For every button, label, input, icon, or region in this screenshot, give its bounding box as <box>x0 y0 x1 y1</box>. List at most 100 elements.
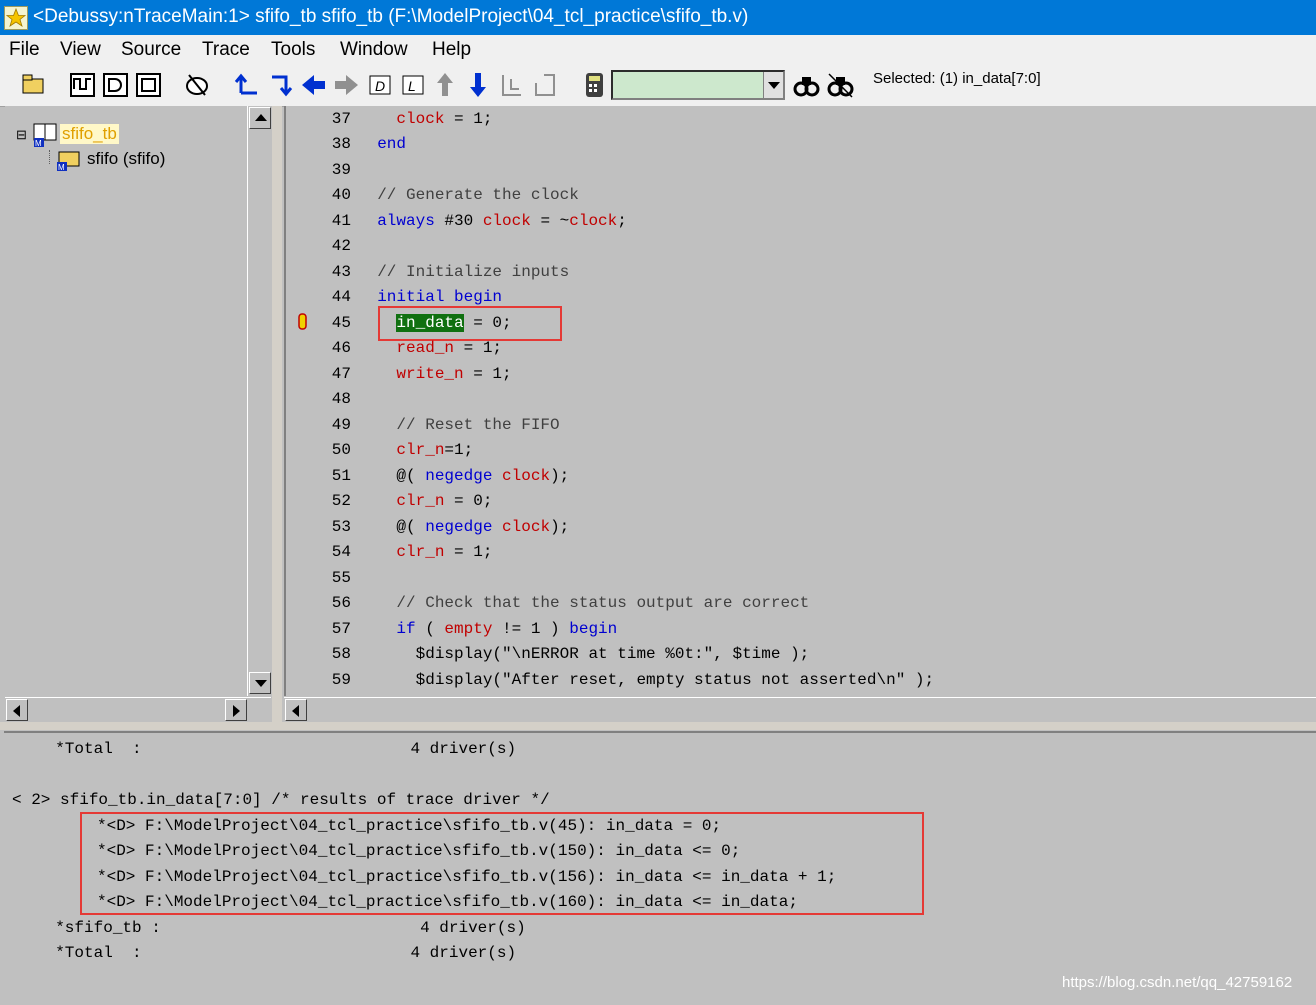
scroll-left-button[interactable] <box>6 699 28 721</box>
line-number: 58 <box>331 645 351 663</box>
line-number: 56 <box>331 594 351 612</box>
breakpoint-marker-icon[interactable] <box>298 313 308 331</box>
code-line: $display("\nERROR at time %0t:", $time )… <box>358 645 810 663</box>
waveform-icon[interactable] <box>68 69 97 100</box>
vertical-splitter[interactable] <box>272 106 282 722</box>
code-line: @( negedge clock); <box>358 518 570 536</box>
line-number: 59 <box>331 671 351 689</box>
expand-icon[interactable] <box>497 69 526 100</box>
line-number: 41 <box>331 212 351 230</box>
chevron-down-icon <box>768 82 780 89</box>
menu-view[interactable]: View <box>60 39 101 61</box>
scroll-down-button[interactable] <box>249 672 271 694</box>
down-arrow-icon[interactable] <box>464 69 493 100</box>
svg-text:M: M <box>58 163 65 172</box>
scroll-left-button[interactable] <box>285 699 307 721</box>
collapse-icon[interactable] <box>530 69 559 100</box>
menu-bar: File View Source Trace Tools Window Help <box>0 35 1316 64</box>
line-number: 47 <box>331 365 351 383</box>
trace-down-icon[interactable] <box>266 69 295 100</box>
find-icon[interactable] <box>792 69 821 100</box>
code-line: $display("After reset, empty status not … <box>358 671 935 689</box>
svg-text:L: L <box>408 78 416 94</box>
line-number: 37 <box>331 110 351 128</box>
hierarchy-vertical-scrollbar[interactable] <box>247 106 272 696</box>
code-line: clock = 1; <box>396 110 493 128</box>
line-number: 46 <box>331 339 351 357</box>
code-comment: // Initialize inputs <box>358 263 570 281</box>
module-folder-icon: M <box>57 151 80 172</box>
trace-icon[interactable] <box>183 69 212 100</box>
menu-file[interactable]: File <box>9 39 40 61</box>
trace-up-icon[interactable] <box>233 69 262 100</box>
line-number: 55 <box>331 569 351 587</box>
code-comment: // Check that the status output are corr… <box>358 594 810 612</box>
schematic-icon[interactable] <box>101 69 130 100</box>
line-number: 49 <box>331 416 351 434</box>
forward-icon[interactable] <box>332 69 361 100</box>
line-number: 50 <box>331 441 351 459</box>
code-line: if ( empty != 1 ) begin <box>396 620 618 638</box>
horizontal-splitter[interactable] <box>0 722 1316 730</box>
driver-icon[interactable]: D <box>365 69 394 100</box>
scroll-up-button[interactable] <box>249 107 271 129</box>
line-number: 54 <box>331 543 351 561</box>
code-line: read_n = 1; <box>396 339 503 357</box>
code-line: clr_n = 1; <box>396 543 493 561</box>
code-comment: // Generate the clock <box>358 186 579 204</box>
code-line: always #30 clock = ~clock; <box>377 212 627 230</box>
combo-dropdown-button[interactable] <box>763 72 783 98</box>
code-line: clr_n = 0; <box>396 492 493 510</box>
highlight-box <box>80 812 924 915</box>
line-number: 43 <box>331 263 351 281</box>
menu-window[interactable]: Window <box>340 39 408 61</box>
collapse-tree-icon[interactable]: ⊟ <box>16 128 27 143</box>
open-file-icon[interactable] <box>19 69 48 100</box>
title-bar: <Debussy:nTraceMain:1> sfifo_tb sfifo_tb… <box>0 0 1316 35</box>
tree-item-sfifo-tb[interactable]: sfifo_tb <box>60 124 119 144</box>
highlight-box <box>378 306 562 341</box>
code-line: clr_n=1; <box>396 441 474 459</box>
app-icon <box>4 6 28 30</box>
source-code-panel: 37 clock = 1; 38 end 39 40 // Generate t… <box>284 106 1316 696</box>
line-number: 45 <box>331 314 351 332</box>
line-number: 51 <box>331 467 351 485</box>
menu-source[interactable]: Source <box>121 39 181 61</box>
state-machine-icon[interactable] <box>134 69 163 100</box>
line-number: 48 <box>331 390 351 408</box>
find-next-icon[interactable] <box>826 69 855 100</box>
code-line: initial begin <box>358 288 503 306</box>
scroll-right-button[interactable] <box>225 699 247 721</box>
menu-trace[interactable]: Trace <box>202 39 250 61</box>
load-icon[interactable]: L <box>398 69 427 100</box>
line-number: 44 <box>331 288 351 306</box>
hierarchy-horizontal-scrollbar[interactable] <box>5 697 271 722</box>
line-number: 52 <box>331 492 351 510</box>
calculator-icon[interactable] <box>580 69 609 100</box>
code-line: write_n = 1; <box>396 365 512 383</box>
up-arrow-icon[interactable] <box>431 69 460 100</box>
line-number: 38 <box>331 135 351 153</box>
back-icon[interactable] <box>299 69 328 100</box>
message-panel: *Total : 4 driver(s) < 2> sfifo_tb.in_da… <box>4 731 1316 1005</box>
line-number: 53 <box>331 518 351 536</box>
window-title: <Debussy:nTraceMain:1> sfifo_tb sfifo_tb… <box>33 6 749 27</box>
menu-help[interactable]: Help <box>432 39 471 61</box>
line-number: 40 <box>331 186 351 204</box>
source-horizontal-scrollbar[interactable] <box>284 697 1316 722</box>
code-line: end <box>358 135 407 153</box>
menu-tools[interactable]: Tools <box>271 39 315 61</box>
design-hierarchy-panel: ⊟ M sfifo_tb M sfifo (sfifo) <box>5 106 271 696</box>
module-drivers-line: *sfifo_tb : 4 driver(s) <box>36 919 526 937</box>
module-book-icon: M <box>33 123 57 148</box>
signal-search-combo[interactable] <box>611 70 785 100</box>
svg-text:M: M <box>35 139 42 148</box>
line-number: 39 <box>331 161 351 179</box>
tree-item-sfifo[interactable]: sfifo (sfifo) <box>87 149 165 169</box>
watermark-text: https://blog.csdn.net/qq_42759162 <box>1062 974 1293 991</box>
total-drivers-line: *Total : 4 driver(s) <box>36 740 517 758</box>
trace-prompt-line: < 2> sfifo_tb.in_data[7:0] /* results of… <box>12 791 550 809</box>
tree-connector <box>49 150 51 164</box>
selected-signal-text: Selected: (1) in_data[7:0] <box>873 70 1041 87</box>
line-number: 42 <box>331 237 351 255</box>
